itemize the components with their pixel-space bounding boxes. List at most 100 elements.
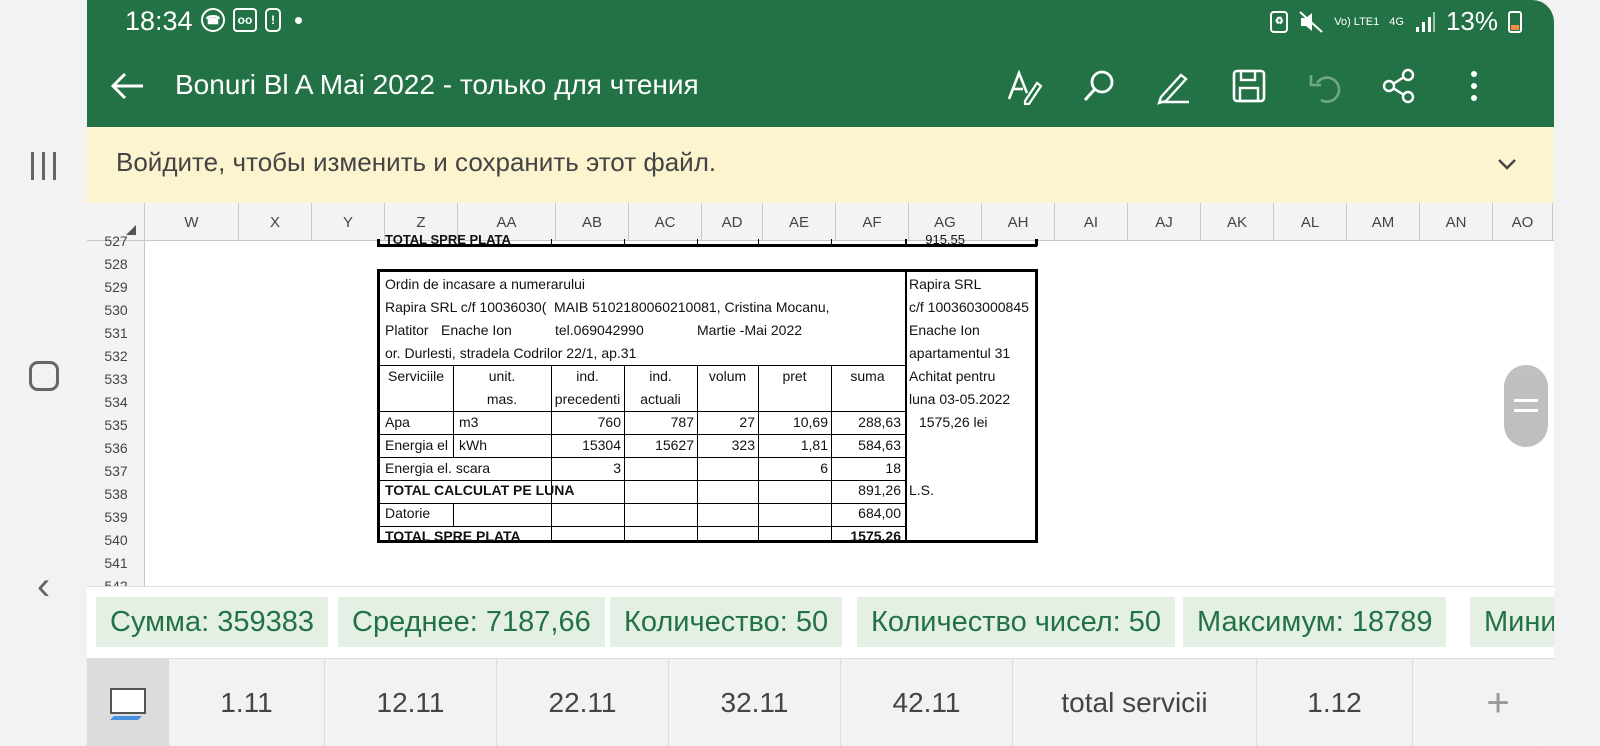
column-header[interactable]: AB xyxy=(556,203,629,241)
sheet-tab[interactable]: total servicii xyxy=(1013,659,1257,746)
undo-icon[interactable] xyxy=(1302,64,1346,108)
sheet-tab[interactable]: 22.11 xyxy=(497,659,669,746)
row-header[interactable]: 539 xyxy=(87,505,145,528)
signal-icon xyxy=(1415,11,1435,32)
item-service-cell: Energia el xyxy=(385,437,449,453)
cell-area[interactable]: TOTAL SPRE PLATA 915,55 Ordin de incasar… xyxy=(145,232,1554,586)
share-icon[interactable] xyxy=(1377,64,1421,108)
add-sheet-button[interactable]: + xyxy=(1442,659,1554,746)
table-border xyxy=(377,239,380,246)
summary-max[interactable]: Максимум: 18789 xyxy=(1183,597,1447,647)
row-header[interactable]: 533 xyxy=(87,367,145,390)
item-price-cell: 6 xyxy=(820,460,828,476)
summary-count[interactable]: Количество: 50 xyxy=(610,597,843,647)
row-header[interactable]: 536 xyxy=(87,436,145,459)
sheet-tab[interactable]: 12.11 xyxy=(325,659,497,746)
status-right: ♻ Vo) LTE1 4G 13% xyxy=(1270,6,1522,37)
system-back-button[interactable]: ‹ xyxy=(0,556,87,616)
row-header[interactable]: 535 xyxy=(87,413,145,436)
row-header[interactable]: 532 xyxy=(87,344,145,367)
clock: 18:34 xyxy=(125,6,193,36)
stub-ls: L.S. xyxy=(909,482,934,498)
sheet-tab[interactable]: 1.12 xyxy=(1257,659,1413,746)
document-title: Bonuri Bl A Mai 2022 - только для чтения xyxy=(175,69,699,100)
table-border xyxy=(831,239,832,245)
summary-numeric-count[interactable]: Количество чисел: 50 xyxy=(857,597,1176,647)
column-header[interactable]: W xyxy=(145,203,239,241)
table-border xyxy=(453,503,454,526)
item-sum-cell: 288,63 xyxy=(858,414,901,430)
row-header[interactable]: 541 xyxy=(87,551,145,574)
battery-percent: 13% xyxy=(1445,6,1498,36)
prev-total-label: TOTAL SPRE PLATA xyxy=(385,232,511,247)
notification-icons: ☎ oo ! xyxy=(201,8,302,32)
table-border xyxy=(377,269,1037,272)
sheet-tab[interactable]: 32.11 xyxy=(669,659,841,746)
pen-icon[interactable] xyxy=(1152,64,1196,108)
table-border xyxy=(905,269,907,543)
item-prev-cell: 15304 xyxy=(582,437,621,453)
summary-average[interactable]: Среднее: 7187,66 xyxy=(338,597,605,647)
column-header[interactable]: AE xyxy=(763,203,836,241)
receipt-company: Rapira SRL c/f 10036030( xyxy=(385,299,547,315)
sheets-list-button[interactable] xyxy=(87,659,169,746)
row-header[interactable]: 537 xyxy=(87,459,145,482)
item-sum-cell: 18 xyxy=(885,460,901,476)
stub-company: Rapira SRL xyxy=(909,276,982,292)
row-header[interactable]: 531 xyxy=(87,321,145,344)
sheets-icon xyxy=(110,688,146,720)
column-header[interactable]: AH xyxy=(982,203,1055,241)
item-price-cell: 1,81 xyxy=(800,437,828,453)
item-prev-cell: 760 xyxy=(597,414,621,430)
recents-button[interactable] xyxy=(0,136,87,196)
row-header[interactable]: 538 xyxy=(87,482,145,505)
column-header[interactable]: AL xyxy=(1274,203,1347,241)
hdr-cur-2: actuali xyxy=(640,391,681,407)
row-header[interactable]: 540 xyxy=(87,528,145,551)
home-button[interactable] xyxy=(0,346,87,406)
save-icon[interactable] xyxy=(1227,64,1271,108)
summary-min[interactable]: Мини xyxy=(1470,597,1554,647)
table-border xyxy=(697,239,698,245)
hdr-service: Serviciile xyxy=(387,368,444,384)
scroll-handle[interactable] xyxy=(1504,365,1548,447)
column-header[interactable]: Y xyxy=(312,203,385,241)
column-header[interactable]: AN xyxy=(1420,203,1493,241)
sheet-tab[interactable]: 42.11 xyxy=(841,659,1013,746)
column-header[interactable]: AC xyxy=(629,203,702,241)
column-header[interactable]: AK xyxy=(1201,203,1274,241)
sheet-tab[interactable]: 1.11 xyxy=(169,659,325,746)
row-header[interactable]: 534 xyxy=(87,390,145,413)
more-options-icon[interactable] xyxy=(1452,64,1496,108)
draw-text-icon[interactable] xyxy=(1002,64,1046,108)
signin-banner[interactable]: Войдите, чтобы изменить и сохранить этот… xyxy=(87,127,1554,203)
item-prev-cell: 3 xyxy=(613,460,621,476)
item-volume-cell: 27 xyxy=(739,414,755,430)
chevron-down-icon[interactable] xyxy=(1496,153,1518,175)
row-header[interactable]: 528 xyxy=(87,252,145,275)
column-header-row: W X Y Z AA AB AC AD AE AF AG AH AI AJ AK AL AM AN AO xyxy=(87,203,1554,241)
row-header[interactable]: 530 xyxy=(87,298,145,321)
column-header[interactable]: AD xyxy=(702,203,763,241)
hdr-cur-1: ind. xyxy=(649,368,672,384)
row-header[interactable]: 542 xyxy=(87,574,145,587)
payer-name: Enache Ion xyxy=(441,322,512,338)
summary-sum[interactable]: Сумма: 359383 xyxy=(96,597,329,647)
spreadsheet-grid[interactable]: W X Y Z AA AB AC AD AE AF AG AH AI AJ AK AL AM AN AO 527 52… xyxy=(87,203,1554,586)
row-header[interactable]: 529 xyxy=(87,275,145,298)
table-border xyxy=(624,239,625,245)
column-header[interactable]: AI xyxy=(1055,203,1128,241)
back-arrow-icon[interactable] xyxy=(107,66,147,106)
column-header[interactable]: AO xyxy=(1493,203,1553,241)
row-header[interactable]: 527 xyxy=(87,229,145,252)
item-cur-cell: 15627 xyxy=(655,437,694,453)
column-header[interactable]: AM xyxy=(1347,203,1420,241)
column-header[interactable]: X xyxy=(239,203,312,241)
stub-paid-for: Achitat pentru xyxy=(909,368,996,384)
total-calc-label: TOTAL CALCULAT PE LUNA xyxy=(385,482,575,498)
billing-period: Martie -Mai 2022 xyxy=(697,322,803,338)
item-sum-cell: 584,63 xyxy=(858,437,901,453)
column-header[interactable]: AJ xyxy=(1128,203,1201,241)
total-pay-label: TOTAL SPRE PLATA xyxy=(385,528,521,544)
search-icon[interactable] xyxy=(1077,64,1121,108)
